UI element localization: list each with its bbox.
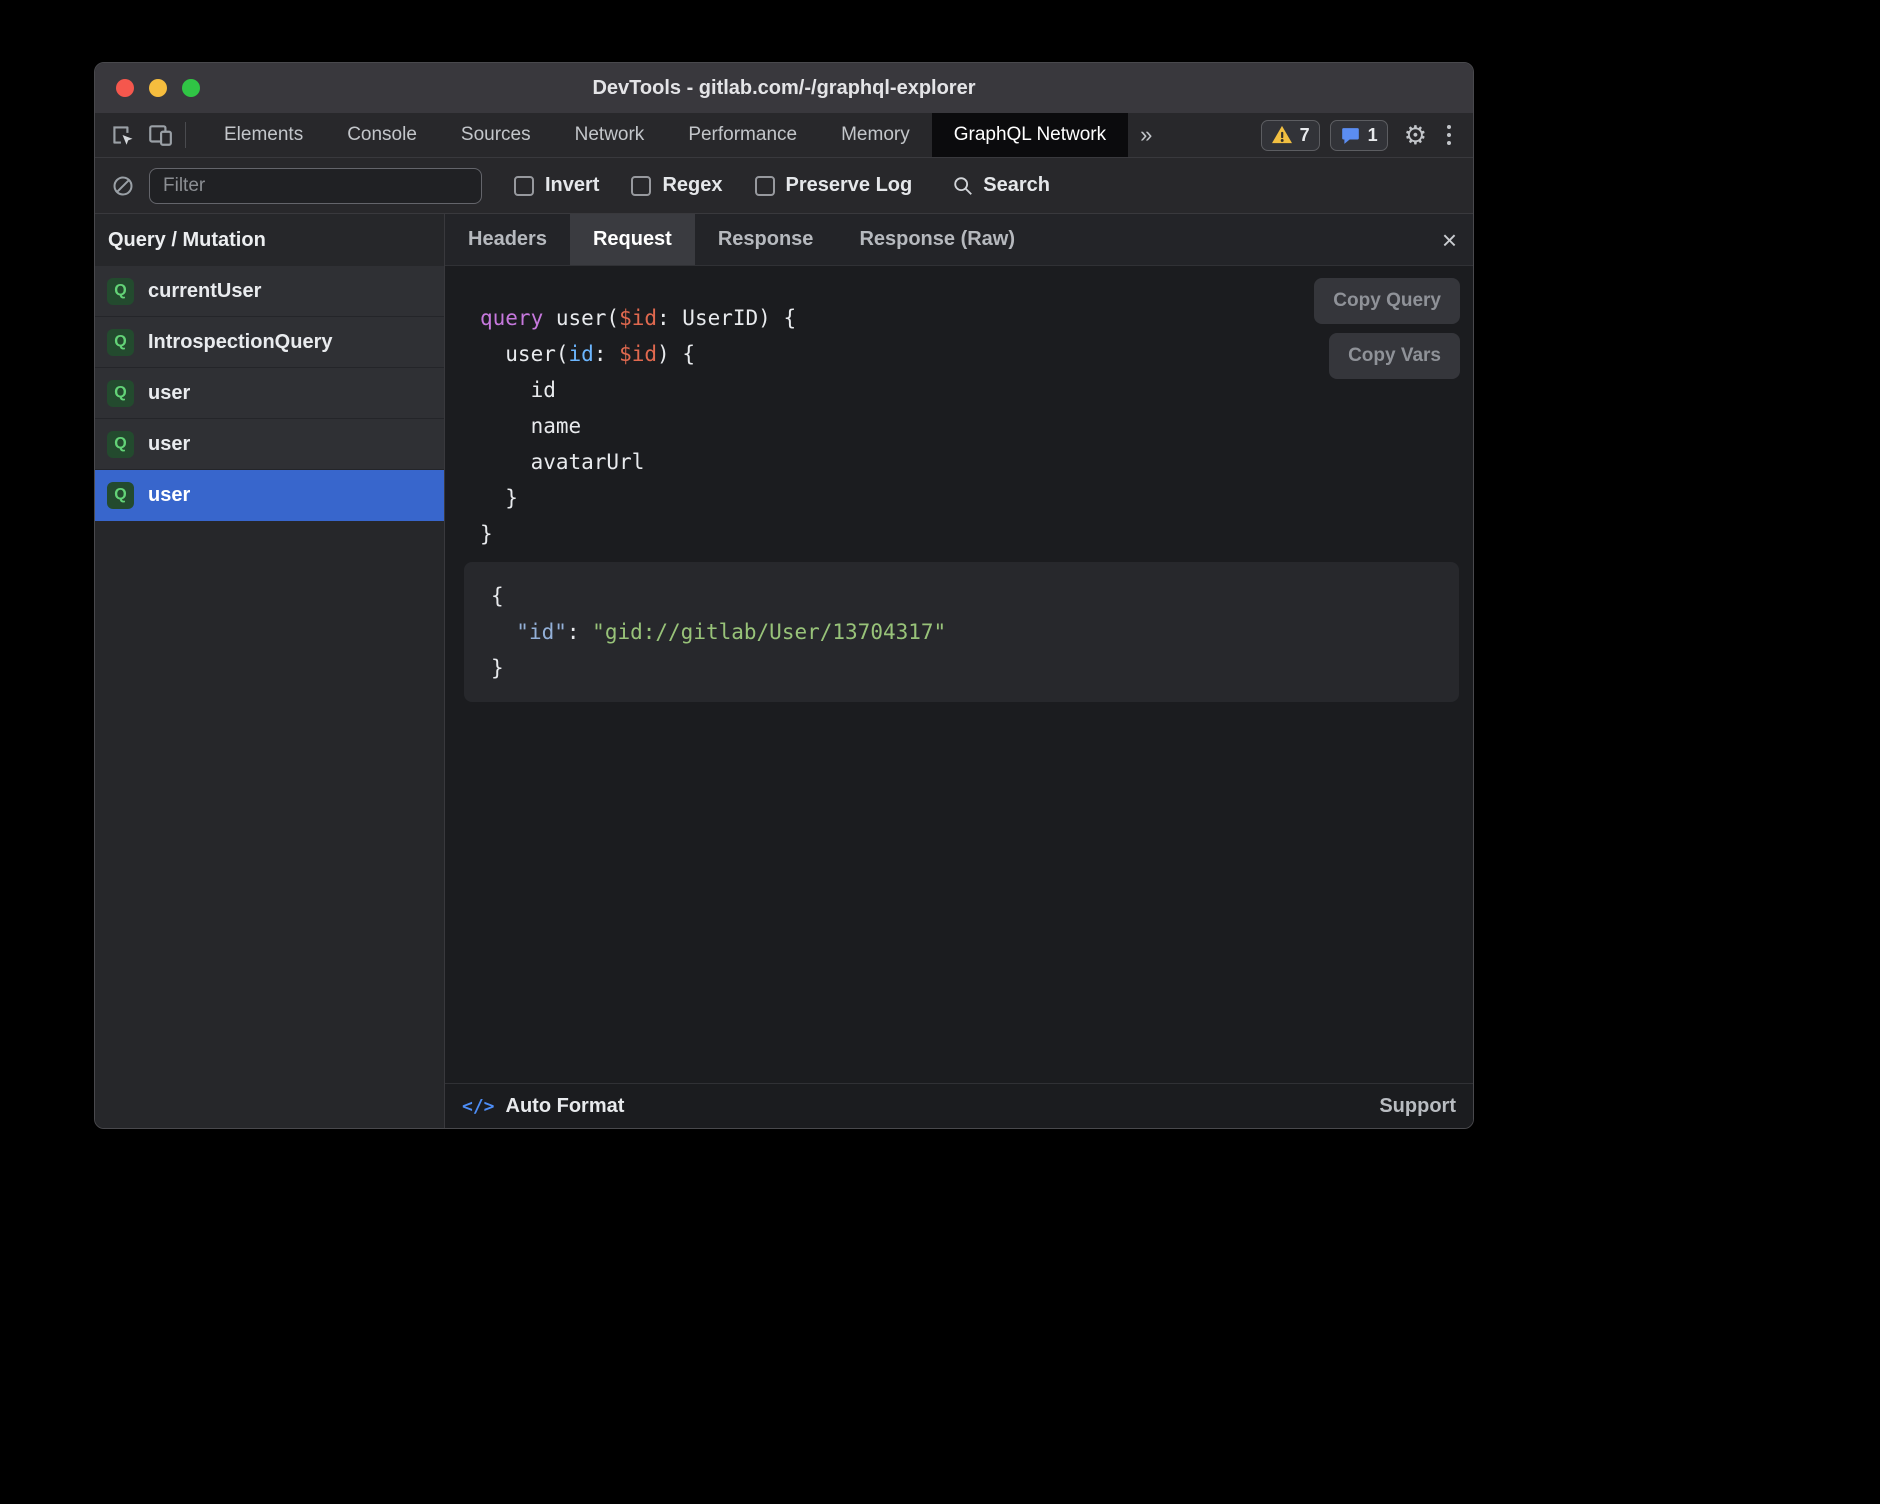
- query-list-item-user[interactable]: Quser: [95, 470, 444, 521]
- inspect-element-button[interactable]: [103, 117, 141, 153]
- checkbox-box-icon[interactable]: [755, 176, 775, 196]
- more-tabs-chevron[interactable]: »: [1128, 122, 1164, 148]
- request-content: query user($id: UserID) { user(id: $id) …: [445, 266, 1473, 1083]
- query-type-badge-icon: Q: [107, 278, 134, 305]
- warnings-count: 7: [1300, 125, 1310, 146]
- close-detail-icon[interactable]: ×: [1426, 227, 1473, 253]
- clear-requests-button[interactable]: [111, 174, 135, 198]
- query-list-item-user[interactable]: Quser: [95, 419, 444, 470]
- code-brackets-icon: </>: [462, 1096, 495, 1117]
- variables-panel: { "id": "gid://gitlab/User/13704317"}: [464, 562, 1459, 702]
- checkbox-preserve-log[interactable]: Preserve Log: [755, 174, 913, 197]
- request-detail-panel: HeadersRequestResponseResponse (Raw) × q…: [445, 214, 1473, 1128]
- query-type-badge-icon: Q: [107, 380, 134, 407]
- copy-vars-button[interactable]: Copy Vars: [1329, 333, 1460, 379]
- filter-checkboxes: Invert Regex Preserve Log: [482, 174, 912, 197]
- support-link[interactable]: Support: [1379, 1095, 1456, 1118]
- code-line: {: [491, 578, 1432, 614]
- kebab-menu-icon[interactable]: [1443, 125, 1461, 145]
- query-type-badge-icon: Q: [107, 431, 134, 458]
- code-line: }: [491, 650, 1432, 686]
- devtools-tab-elements[interactable]: Elements: [202, 113, 325, 157]
- query-item-label: IntrospectionQuery: [148, 331, 332, 354]
- minimize-window-button[interactable]: [149, 79, 167, 97]
- query-item-label: currentUser: [148, 280, 261, 303]
- toolbar-separator: [185, 122, 186, 148]
- warning-triangle-icon: [1271, 125, 1293, 145]
- search-icon: [952, 175, 974, 197]
- device-toolbar-icon: [147, 122, 173, 148]
- query-item-label: user: [148, 433, 190, 456]
- auto-format-label: Auto Format: [506, 1095, 625, 1118]
- copy-query-button[interactable]: Copy Query: [1314, 278, 1460, 324]
- zoom-window-button[interactable]: [182, 79, 200, 97]
- devtools-tab-console[interactable]: Console: [325, 113, 439, 157]
- checkbox-box-icon[interactable]: [514, 176, 534, 196]
- issues-badge[interactable]: 1: [1330, 120, 1388, 151]
- devtools-tab-performance[interactable]: Performance: [666, 113, 819, 157]
- auto-format-toggle[interactable]: </> Auto Format: [462, 1095, 624, 1118]
- detail-tab-request[interactable]: Request: [570, 214, 695, 265]
- query-list-header: Query / Mutation: [95, 214, 444, 266]
- query-type-badge-icon: Q: [107, 329, 134, 356]
- query-list-item-introspectionquery[interactable]: Q IntrospectionQuery: [95, 317, 444, 368]
- warnings-badge[interactable]: 7: [1261, 120, 1320, 151]
- detail-tabs: HeadersRequestResponseResponse (Raw): [445, 214, 1038, 265]
- query-list: QcurrentUserQIntrospectionQueryQuserQuse…: [95, 266, 444, 521]
- panel-body: Query / Mutation QcurrentUserQIntrospect…: [95, 213, 1473, 1128]
- detail-footer: </> Auto Format Support: [445, 1083, 1473, 1128]
- query-list-item-user[interactable]: Quser: [95, 368, 444, 419]
- close-window-button[interactable]: [116, 79, 134, 97]
- titlebar: DevTools - gitlab.com/-/graphql-explorer: [95, 63, 1473, 113]
- window-title: DevTools - gitlab.com/-/graphql-explorer: [95, 77, 1473, 100]
- devtools-tab-strip: ElementsConsoleSourcesNetworkPerformance…: [95, 113, 1473, 157]
- traffic-lights: [116, 79, 200, 97]
- block-icon: [111, 174, 135, 198]
- checkbox-label: Invert: [545, 174, 599, 197]
- filter-bar: Invert Regex Preserve Log Search: [95, 157, 1473, 213]
- query-item-label: user: [148, 382, 190, 405]
- devtools-tab-graphql-network[interactable]: GraphQL Network: [932, 113, 1128, 157]
- query-list-sidebar: Query / Mutation QcurrentUserQIntrospect…: [95, 214, 445, 1128]
- copy-buttons: Copy Query Copy Vars: [1314, 278, 1460, 379]
- detail-tab-bar: HeadersRequestResponseResponse (Raw) ×: [445, 214, 1473, 266]
- settings-gear-icon[interactable]: ⚙: [1398, 122, 1433, 148]
- devtools-tab-memory[interactable]: Memory: [819, 113, 932, 157]
- code-line: name: [480, 408, 1473, 444]
- detail-tab-headers[interactable]: Headers: [445, 214, 570, 265]
- code-line: }: [480, 516, 1473, 552]
- toolbar-right-group: 7 1 ⚙: [1261, 120, 1473, 151]
- query-item-label: user: [148, 484, 190, 507]
- inspect-cursor-icon: [109, 122, 135, 148]
- checkbox-label: Regex: [662, 174, 722, 197]
- code-line: "id": "gid://gitlab/User/13704317": [491, 614, 1432, 650]
- message-bubble-icon: [1340, 125, 1361, 146]
- devtools-window: DevTools - gitlab.com/-/graphql-explorer…: [94, 62, 1474, 1129]
- query-type-badge-icon: Q: [107, 482, 134, 509]
- device-toolbar-button[interactable]: [141, 117, 179, 153]
- devtools-tab-sources[interactable]: Sources: [439, 113, 553, 157]
- detail-tab-response[interactable]: Response: [695, 214, 837, 265]
- filter-input[interactable]: [149, 168, 482, 204]
- checkbox-label: Preserve Log: [786, 174, 913, 197]
- search-label: Search: [983, 174, 1050, 197]
- issues-count: 1: [1368, 125, 1378, 146]
- code-line: avatarUrl: [480, 444, 1473, 480]
- devtools-tab-network[interactable]: Network: [553, 113, 667, 157]
- variables-json-code: { "id": "gid://gitlab/User/13704317"}: [491, 578, 1432, 686]
- query-list-item-currentuser[interactable]: QcurrentUser: [95, 266, 444, 317]
- checkbox-box-icon[interactable]: [631, 176, 651, 196]
- checkbox-regex[interactable]: Regex: [631, 174, 722, 197]
- checkbox-invert[interactable]: Invert: [514, 174, 599, 197]
- code-line: }: [480, 480, 1473, 516]
- search-control[interactable]: Search: [952, 174, 1050, 197]
- devtools-tabs: ElementsConsoleSourcesNetworkPerformance…: [202, 113, 1128, 157]
- detail-tab-response-raw[interactable]: Response (Raw): [836, 214, 1038, 265]
